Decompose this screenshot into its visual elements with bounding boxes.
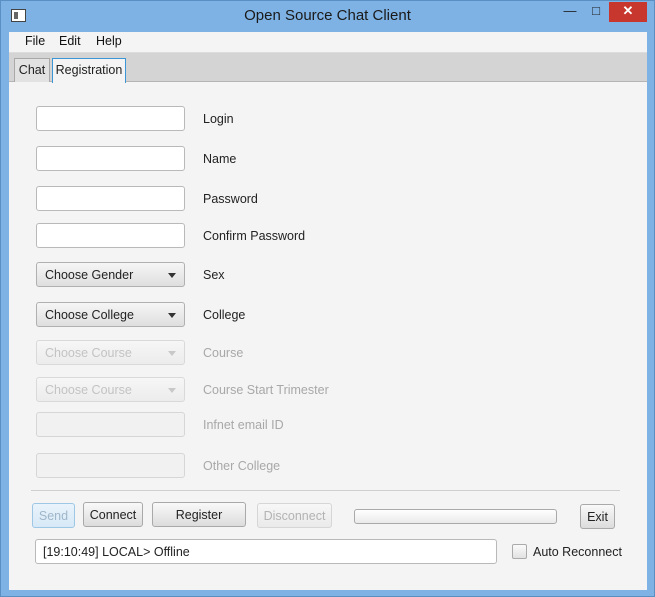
password-label: Password [203,192,258,206]
course-start-label: Course Start Trimester [203,383,329,397]
course-start-select[interactable]: Choose Course [36,377,185,402]
app-window: Open Source Chat Client — □ ✕ File Edit … [0,0,655,597]
login-field[interactable] [36,106,185,131]
client-area: File Edit Help Chat Registration Login N… [9,32,647,590]
chevron-down-icon [168,388,176,393]
maximize-icon[interactable]: □ [583,2,609,22]
course-start-select-value: Choose Course [45,383,132,397]
infnet-email-label: Infnet email ID [203,418,284,432]
tab-registration[interactable]: Registration [52,58,126,83]
menu-file[interactable]: File [25,34,45,48]
confirm-password-label: Confirm Password [203,229,306,243]
other-college-field[interactable] [36,453,185,478]
menu-bar: File Edit Help [9,32,647,53]
course-select-value: Choose Course [45,346,132,360]
exit-button[interactable]: Exit [580,504,615,529]
gender-select-value: Choose Gender [45,268,134,282]
title-bar[interactable]: Open Source Chat Client — □ ✕ [1,1,654,32]
confirm-password-field[interactable] [36,223,185,248]
name-label: Name [203,152,237,166]
disconnect-button[interactable]: Disconnect [257,503,332,528]
progress-bar [354,509,557,524]
connect-button[interactable]: Connect [83,502,143,527]
sex-label: Sex [203,268,225,282]
close-icon[interactable]: ✕ [609,2,647,22]
college-label: College [203,308,246,322]
course-select[interactable]: Choose Course [36,340,185,365]
other-college-label: Other College [203,459,281,473]
minimize-icon[interactable]: — [557,2,583,22]
login-label: Login [203,112,234,126]
password-field[interactable] [36,186,185,211]
infnet-email-field[interactable] [36,412,185,437]
chevron-down-icon [168,351,176,356]
chevron-down-icon [168,313,176,318]
divider [31,490,620,491]
college-select[interactable]: Choose College [36,302,185,327]
college-select-value: Choose College [45,308,134,322]
status-field[interactable]: [19:10:49] LOCAL> Offline [35,539,497,564]
tab-chat[interactable]: Chat [14,58,50,82]
name-field[interactable] [36,146,185,171]
gender-select[interactable]: Choose Gender [36,262,185,287]
tab-strip: Chat Registration [9,53,647,83]
send-button[interactable]: Send [32,503,75,528]
register-button[interactable]: Register [152,502,246,527]
menu-edit[interactable]: Edit [59,34,81,48]
chevron-down-icon [168,273,176,278]
auto-reconnect-checkbox[interactable] [512,544,527,559]
auto-reconnect-label: Auto Reconnect [533,545,622,559]
course-label: Course [203,346,244,360]
menu-help[interactable]: Help [96,34,122,48]
